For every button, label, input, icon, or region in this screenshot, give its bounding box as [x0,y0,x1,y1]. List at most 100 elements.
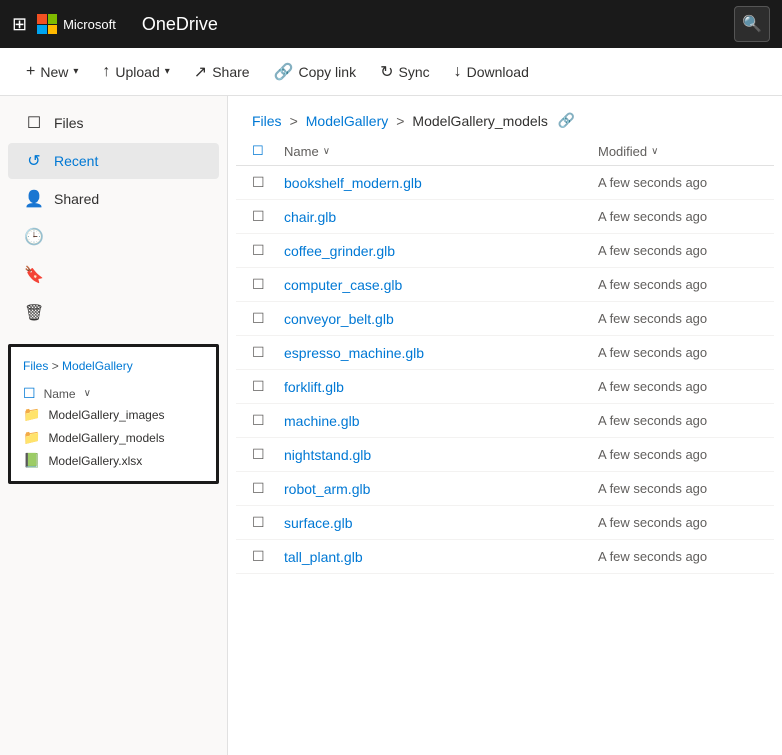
upload-button[interactable]: ↑ Upload ▾ [92,57,179,87]
file-name-8: nightstand.glb [284,447,371,463]
table-row[interactable]: ☐ surface.glb A few seconds ago [236,506,774,540]
breadcrumb-sep-2: > [396,113,404,129]
topbar: ⊞ Microsoft OneDrive 🔍 [0,0,782,48]
table-row[interactable]: ☐ bookshelf_modern.glb A few seconds ago [236,166,774,200]
file-modified-8: A few seconds ago [598,447,707,462]
copy-link-button[interactable]: 🔗 Copy link [264,56,367,88]
sync-label: Sync [398,64,429,80]
file-name-11: tall_plant.glb [284,549,363,565]
file-modified-0: A few seconds ago [598,175,707,190]
download-button[interactable]: ↓ Download [444,57,539,87]
table-row[interactable]: ☐ tall_plant.glb A few seconds ago [236,540,774,574]
sidebar-item-shared[interactable]: 👤 Shared [8,181,219,217]
search-button[interactable]: 🔍 [734,6,770,42]
file-name-0: bookshelf_modern.glb [284,175,422,191]
preview-sort-icon: ∨ [84,388,91,399]
sidebar-item-files-label: Files [54,115,84,131]
plus-icon: + [26,63,35,81]
table-row[interactable]: ☐ chair.glb A few seconds ago [236,200,774,234]
file-modified-2: A few seconds ago [598,243,707,258]
file-icon-9: ☐ [252,480,265,496]
preview-breadcrumb-sep: > [52,359,62,373]
upload-icon: ↑ [102,63,110,81]
sidebar-item-recent-label: Recent [54,153,98,169]
file-name-1: chair.glb [284,209,336,225]
waffle-icon[interactable]: ⊞ [12,14,27,35]
microsoft-label: Microsoft [63,17,116,32]
table-row[interactable]: ☐ computer_case.glb A few seconds ago [236,268,774,302]
preview-header-icon: ☐ [23,385,36,402]
link-icon: 🔗 [274,62,294,82]
table-row[interactable]: ☐ robot_arm.glb A few seconds ago [236,472,774,506]
new-chevron-icon: ▾ [73,66,78,77]
file-icon-6: ☐ [252,378,265,394]
file-modified-3: A few seconds ago [598,277,707,292]
table-row[interactable]: ☐ machine.glb A few seconds ago [236,404,774,438]
table-row[interactable]: ☐ espresso_machine.glb A few seconds ago [236,336,774,370]
preview-item-xlsx[interactable]: 📗 ModelGallery.xlsx [23,452,204,469]
sidebar-item-history[interactable]: 🕒 [8,219,219,255]
table-row[interactable]: ☐ conveyor_belt.glb A few seconds ago [236,302,774,336]
ms-logo-grid [37,14,57,34]
file-modified-10: A few seconds ago [598,515,707,530]
preview-item-images[interactable]: 📁 ModelGallery_images [23,406,204,423]
share-icon: ↗ [194,62,207,82]
sidebar-item-files[interactable]: ☐ Files [8,105,219,141]
share-link-icon[interactable]: 🔗 [558,112,575,129]
header-modified-col[interactable]: Modified ∨ [598,144,758,159]
files-icon: ☐ [24,113,44,133]
file-modified-4: A few seconds ago [598,311,707,326]
table-row[interactable]: ☐ nightstand.glb A few seconds ago [236,438,774,472]
table-row[interactable]: ☐ coffee_grinder.glb A few seconds ago [236,234,774,268]
file-type-header-icon: ☐ [252,143,264,158]
file-icon-10: ☐ [252,514,265,530]
preview-file-list: 📁 ModelGallery_images 📁 ModelGallery_mod… [23,406,204,469]
history-icon: 🕒 [24,227,44,247]
header-name-col[interactable]: Name ∨ [284,144,598,159]
file-rows-container: ☐ bookshelf_modern.glb A few seconds ago… [236,166,774,574]
new-button[interactable]: + New ▾ [16,57,88,87]
share-button[interactable]: ↗ Share [184,56,260,88]
main-container: ☐ Files ↺ Recent 👤 Shared 🕒 🔖 🗑 Files > … [0,96,782,755]
preview-folder-link[interactable]: ModelGallery [62,359,133,373]
col-name-label: Name [284,144,319,159]
table-row[interactable]: ☐ forklift.glb A few seconds ago [236,370,774,404]
upload-chevron-icon: ▾ [165,66,170,77]
sidebar-item-recent[interactable]: ↺ Recent [8,143,219,179]
sync-button[interactable]: ↻ Sync [370,56,440,88]
bookmark-icon: 🔖 [24,265,44,285]
file-icon-5: ☐ [252,344,265,360]
breadcrumb-model-gallery[interactable]: ModelGallery [306,113,388,129]
new-label: New [40,64,68,80]
breadcrumb-files[interactable]: Files [252,113,282,129]
file-modified-11: A few seconds ago [598,549,707,564]
file-modified-6: A few seconds ago [598,379,707,394]
download-label: Download [467,64,529,80]
file-icon-11: ☐ [252,548,265,564]
upload-label: Upload [115,64,159,80]
preview-item-models-name: ModelGallery_models [48,431,164,445]
file-name-3: computer_case.glb [284,277,402,293]
file-icon-3: ☐ [252,276,265,292]
sidebar-item-bookmark[interactable]: 🔖 [8,257,219,293]
sidebar-preview-card: Files > ModelGallery ☐ Name ∨ 📁 ModelGal… [8,344,219,484]
file-icon-1: ☐ [252,208,265,224]
file-name-10: surface.glb [284,515,352,531]
copy-link-label: Copy link [298,64,356,80]
preview-item-xlsx-name: ModelGallery.xlsx [48,454,142,468]
file-icon-4: ☐ [252,310,265,326]
name-sort-icon: ∨ [323,146,330,157]
content-area: Files > ModelGallery > ModelGallery_mode… [228,96,782,755]
preview-file-header: ☐ Name ∨ [23,385,204,402]
preview-item-models[interactable]: 📁 ModelGallery_models [23,429,204,446]
preview-files-link[interactable]: Files [23,359,48,373]
microsoft-logo: Microsoft [37,14,128,34]
file-name-2: coffee_grinder.glb [284,243,395,259]
sync-icon: ↻ [380,62,393,82]
table-header: ☐ Name ∨ Modified ∨ [236,137,774,166]
file-modified-5: A few seconds ago [598,345,707,360]
file-icon-2: ☐ [252,242,265,258]
recycle-icon: 🗑 [24,303,44,323]
preview-name-col: Name [44,387,76,401]
sidebar-item-recycle[interactable]: 🗑 [8,295,219,331]
